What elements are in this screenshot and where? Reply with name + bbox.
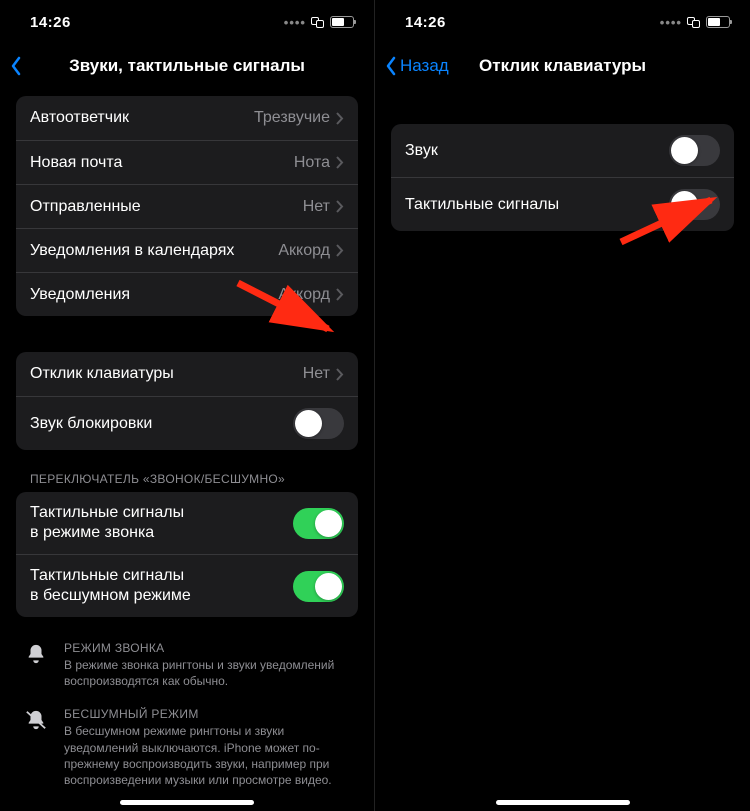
home-indicator[interactable] — [496, 800, 630, 805]
row-label: Новая почта — [30, 153, 122, 173]
row-sent-mail[interactable]: Отправленные Нет — [16, 184, 358, 228]
status-icons: •••• — [660, 15, 730, 30]
row-calendar-alerts[interactable]: Уведомления в календарях Аккорд — [16, 228, 358, 272]
nav-header: Назад Отклик клавиатуры — [375, 44, 750, 88]
battery-icon — [706, 16, 730, 28]
footer-body: В бесшумном режиме рингтоны и звуки увед… — [64, 723, 352, 788]
row-label: Отклик клавиатуры — [30, 364, 174, 384]
row-value: Нет — [303, 365, 344, 383]
haptics-group: Тактильные сигналы в режиме звонка Такти… — [16, 492, 358, 617]
row-sound[interactable]: Звук — [391, 124, 734, 177]
status-time: 14:26 — [30, 14, 71, 31]
chevron-right-icon — [336, 156, 344, 169]
chevron-right-icon — [336, 112, 344, 125]
footer-silent-mode: БЕСШУМНЫЙ РЕЖИМ В бесшумном режиме рингт… — [16, 707, 358, 788]
row-value: Нет — [303, 198, 344, 216]
status-bar: 14:26 •••• — [0, 0, 374, 44]
row-label: Тактильные сигналы в режиме звонка — [30, 503, 184, 543]
row-value: Нота — [294, 154, 344, 172]
sound-settings-group: Автоответчик Трезвучие Новая почта Нота … — [16, 96, 358, 316]
chevron-right-icon — [336, 244, 344, 257]
row-label: Звук — [405, 141, 438, 161]
bell-icon — [22, 641, 50, 689]
link-icon — [687, 17, 701, 27]
row-label: Отправленные — [30, 197, 141, 217]
home-indicator[interactable] — [120, 800, 254, 805]
footer-ring-mode: РЕЖИМ ЗВОНКА В режиме звонка рингтоны и … — [16, 641, 358, 689]
row-value: Аккорд — [278, 242, 344, 260]
row-label: Уведомления в календарях — [30, 241, 234, 261]
page-title: Звуки, тактильные сигналы — [0, 56, 374, 76]
chevron-right-icon — [336, 288, 344, 301]
row-label: Уведомления — [30, 285, 130, 305]
back-label: Назад — [400, 56, 449, 76]
keyboard-lock-group: Отклик клавиатуры Нет Звук блокировки — [16, 352, 358, 450]
footer-title: РЕЖИМ ЗВОНКА — [64, 641, 352, 655]
row-value: Трезвучие — [254, 109, 344, 127]
footer-body: В режиме звонка рингтоны и звуки уведомл… — [64, 657, 352, 689]
section-header-ring-silent: ПЕРЕКЛЮЧАТЕЛЬ «ЗВОНОК/БЕСШУМНО» — [30, 472, 344, 486]
haptics-ring-toggle[interactable] — [293, 508, 344, 539]
row-new-mail[interactable]: Новая почта Нота — [16, 140, 358, 184]
status-time: 14:26 — [405, 14, 446, 31]
row-haptic[interactable]: Тактильные сигналы — [391, 177, 734, 231]
footer-title: БЕСШУМНЫЙ РЕЖИМ — [64, 707, 352, 721]
phone-left: 14:26 •••• Звуки, тактильные сигналы Авт… — [0, 0, 375, 811]
nav-header: Звуки, тактильные сигналы — [0, 44, 374, 88]
row-lock-sound[interactable]: Звук блокировки — [16, 396, 358, 450]
row-label: Звук блокировки — [30, 414, 152, 434]
scroll-content: Звук Тактильные сигналы — [375, 124, 750, 231]
lock-sound-toggle[interactable] — [293, 408, 344, 439]
link-icon — [311, 17, 325, 27]
row-label: Тактильные сигналы — [405, 195, 559, 215]
battery-icon — [330, 16, 354, 28]
row-haptics-silent[interactable]: Тактильные сигналы в бесшумном режиме — [16, 554, 358, 617]
row-label: Автоответчик — [30, 108, 129, 128]
haptics-silent-toggle[interactable] — [293, 571, 344, 602]
chevron-right-icon — [336, 368, 344, 381]
haptic-toggle[interactable] — [669, 189, 720, 220]
status-dots-icon: •••• — [660, 15, 682, 30]
keyboard-feedback-group: Звук Тактильные сигналы — [391, 124, 734, 231]
row-keyboard-feedback[interactable]: Отклик клавиатуры Нет — [16, 352, 358, 396]
scroll-content: Автоответчик Трезвучие Новая почта Нота … — [0, 96, 374, 788]
chevron-left-icon — [385, 56, 397, 76]
row-haptics-ring[interactable]: Тактильные сигналы в режиме звонка — [16, 492, 358, 554]
row-label: Тактильные сигналы в бесшумном режиме — [30, 566, 191, 606]
back-button[interactable]: Назад — [385, 56, 449, 76]
bell-slash-icon — [22, 707, 50, 788]
row-voicemail[interactable]: Автоответчик Трезвучие — [16, 96, 358, 140]
chevron-left-icon — [10, 56, 22, 76]
status-dots-icon: •••• — [284, 15, 306, 30]
row-reminder-alerts[interactable]: Уведомления Аккорд — [16, 272, 358, 316]
back-button[interactable] — [10, 56, 22, 76]
sound-toggle[interactable] — [669, 135, 720, 166]
phone-right: 14:26 •••• Назад Отклик клавиатуры Звук … — [375, 0, 750, 811]
status-icons: •••• — [284, 15, 354, 30]
chevron-right-icon — [336, 200, 344, 213]
row-value: Аккорд — [278, 286, 344, 304]
status-bar: 14:26 •••• — [375, 0, 750, 44]
